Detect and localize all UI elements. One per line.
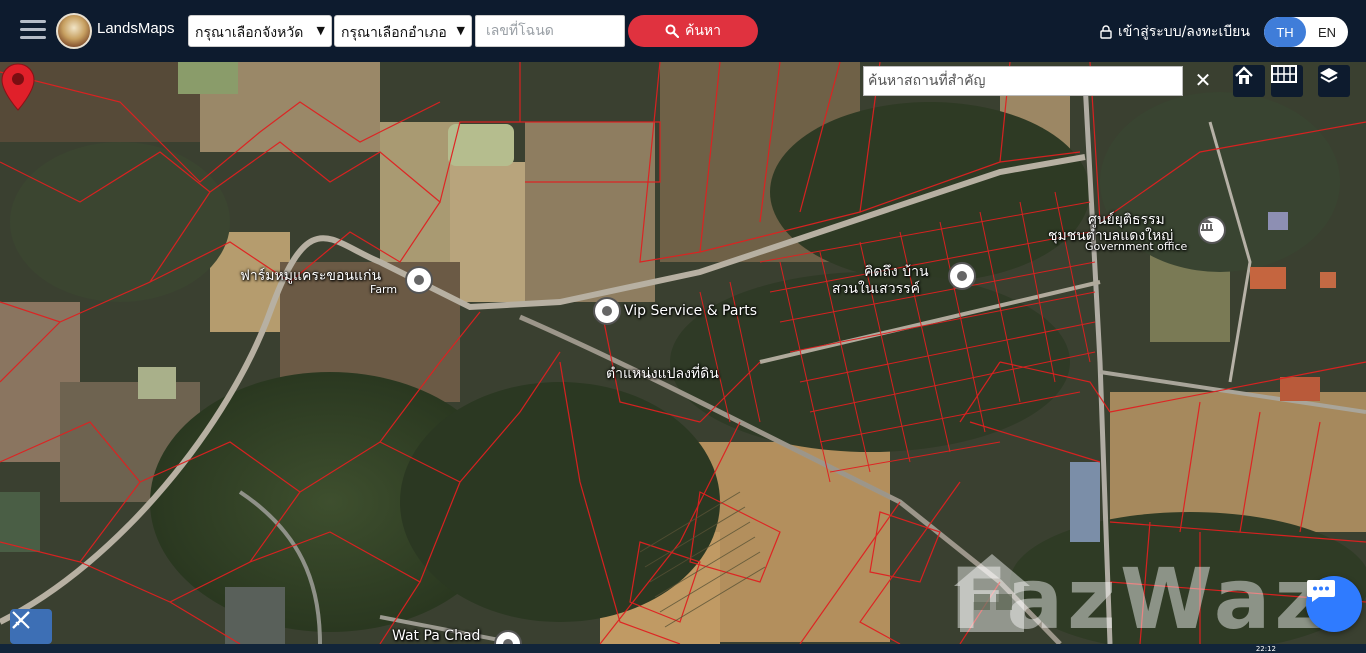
landsmaps-app: LandsMaps กรุณาเลือกจังหวัด ▼ กรุณาเลือก… bbox=[0, 0, 1366, 653]
search-button-label: ค้นหา bbox=[684, 23, 722, 39]
district-select[interactable]: กรุณาเลือกอำเภอ ▼ bbox=[334, 15, 472, 47]
chat-button[interactable] bbox=[1306, 576, 1362, 632]
map-label-village-2: สวนในเสวรรค์ bbox=[832, 281, 920, 297]
map-label-farm-en: Farm bbox=[370, 283, 398, 296]
home-icon bbox=[1235, 66, 1253, 84]
fazwaz-logo-icon bbox=[954, 554, 1030, 632]
map-label-parcel: ตำแหน่งแปลงที่ดิน bbox=[606, 366, 719, 382]
lock-icon bbox=[1100, 25, 1112, 39]
lang-th-button[interactable]: TH bbox=[1264, 17, 1306, 47]
map-label-gov-en: Government office bbox=[1085, 240, 1188, 253]
layers-button[interactable] bbox=[1318, 65, 1350, 97]
layers-icon bbox=[1320, 68, 1338, 83]
home-button[interactable] bbox=[1233, 65, 1265, 97]
poi-marker-government-office[interactable] bbox=[1198, 216, 1226, 244]
map-label-vip: Vip Service & Parts bbox=[624, 303, 757, 319]
government-icon bbox=[1201, 219, 1213, 231]
search-button[interactable]: ค้นหา bbox=[628, 15, 758, 47]
deed-number-input[interactable] bbox=[475, 15, 625, 47]
measure-tool-button[interactable] bbox=[10, 609, 52, 644]
ruler-pencil-icon bbox=[12, 611, 30, 629]
chat-bubble-icon bbox=[1307, 580, 1335, 602]
login-link[interactable]: เข้าสู่ระบบ/ลงทะเบียน bbox=[1100, 21, 1250, 43]
grid-button[interactable] bbox=[1271, 65, 1303, 97]
brand-name: LandsMaps bbox=[97, 20, 175, 37]
fazwaz-watermark: FazWaz bbox=[950, 550, 1327, 644]
taskbar-clock: 22:12 bbox=[1255, 645, 1276, 653]
os-taskbar bbox=[0, 644, 1366, 653]
poi-marker-village[interactable] bbox=[948, 262, 976, 290]
menu-icon[interactable] bbox=[20, 20, 46, 42]
poi-marker-vip[interactable] bbox=[593, 297, 621, 325]
district-select-value: กรุณาเลือกอำเภอ bbox=[341, 25, 447, 41]
login-label: เข้าสู่ระบบ/ลงทะเบียน bbox=[1118, 24, 1250, 40]
province-select-value: กรุณาเลือกจังหวัด bbox=[195, 25, 304, 41]
map-label-temple: Wat Pa Chad bbox=[392, 628, 481, 644]
poi-marker-farm[interactable] bbox=[405, 266, 433, 294]
land-department-logo bbox=[56, 13, 92, 49]
top-bar: LandsMaps กรุณาเลือกจังหวัด ▼ กรุณาเลือก… bbox=[0, 0, 1366, 62]
map-label-farm-th: ฟาร์มหมูแคระขอนแก่น bbox=[240, 268, 382, 284]
satellite-map[interactable]: ✕ ฟาร์มหมูแคระขอนแก่น Farm Vip Service &… bbox=[0, 62, 1366, 644]
chevron-down-icon: ▼ bbox=[316, 24, 325, 37]
place-search-input[interactable] bbox=[863, 66, 1183, 96]
province-select[interactable]: กรุณาเลือกจังหวัด ▼ bbox=[188, 15, 332, 47]
chevron-down-icon: ▼ bbox=[456, 24, 465, 37]
search-icon bbox=[665, 24, 679, 38]
lang-en-button[interactable]: EN bbox=[1306, 17, 1348, 47]
parcel-location-pin-icon[interactable] bbox=[0, 62, 36, 112]
clear-search-button[interactable]: ✕ bbox=[1190, 65, 1216, 95]
grid-icon bbox=[1271, 65, 1297, 83]
language-toggle: TH EN bbox=[1264, 17, 1348, 47]
